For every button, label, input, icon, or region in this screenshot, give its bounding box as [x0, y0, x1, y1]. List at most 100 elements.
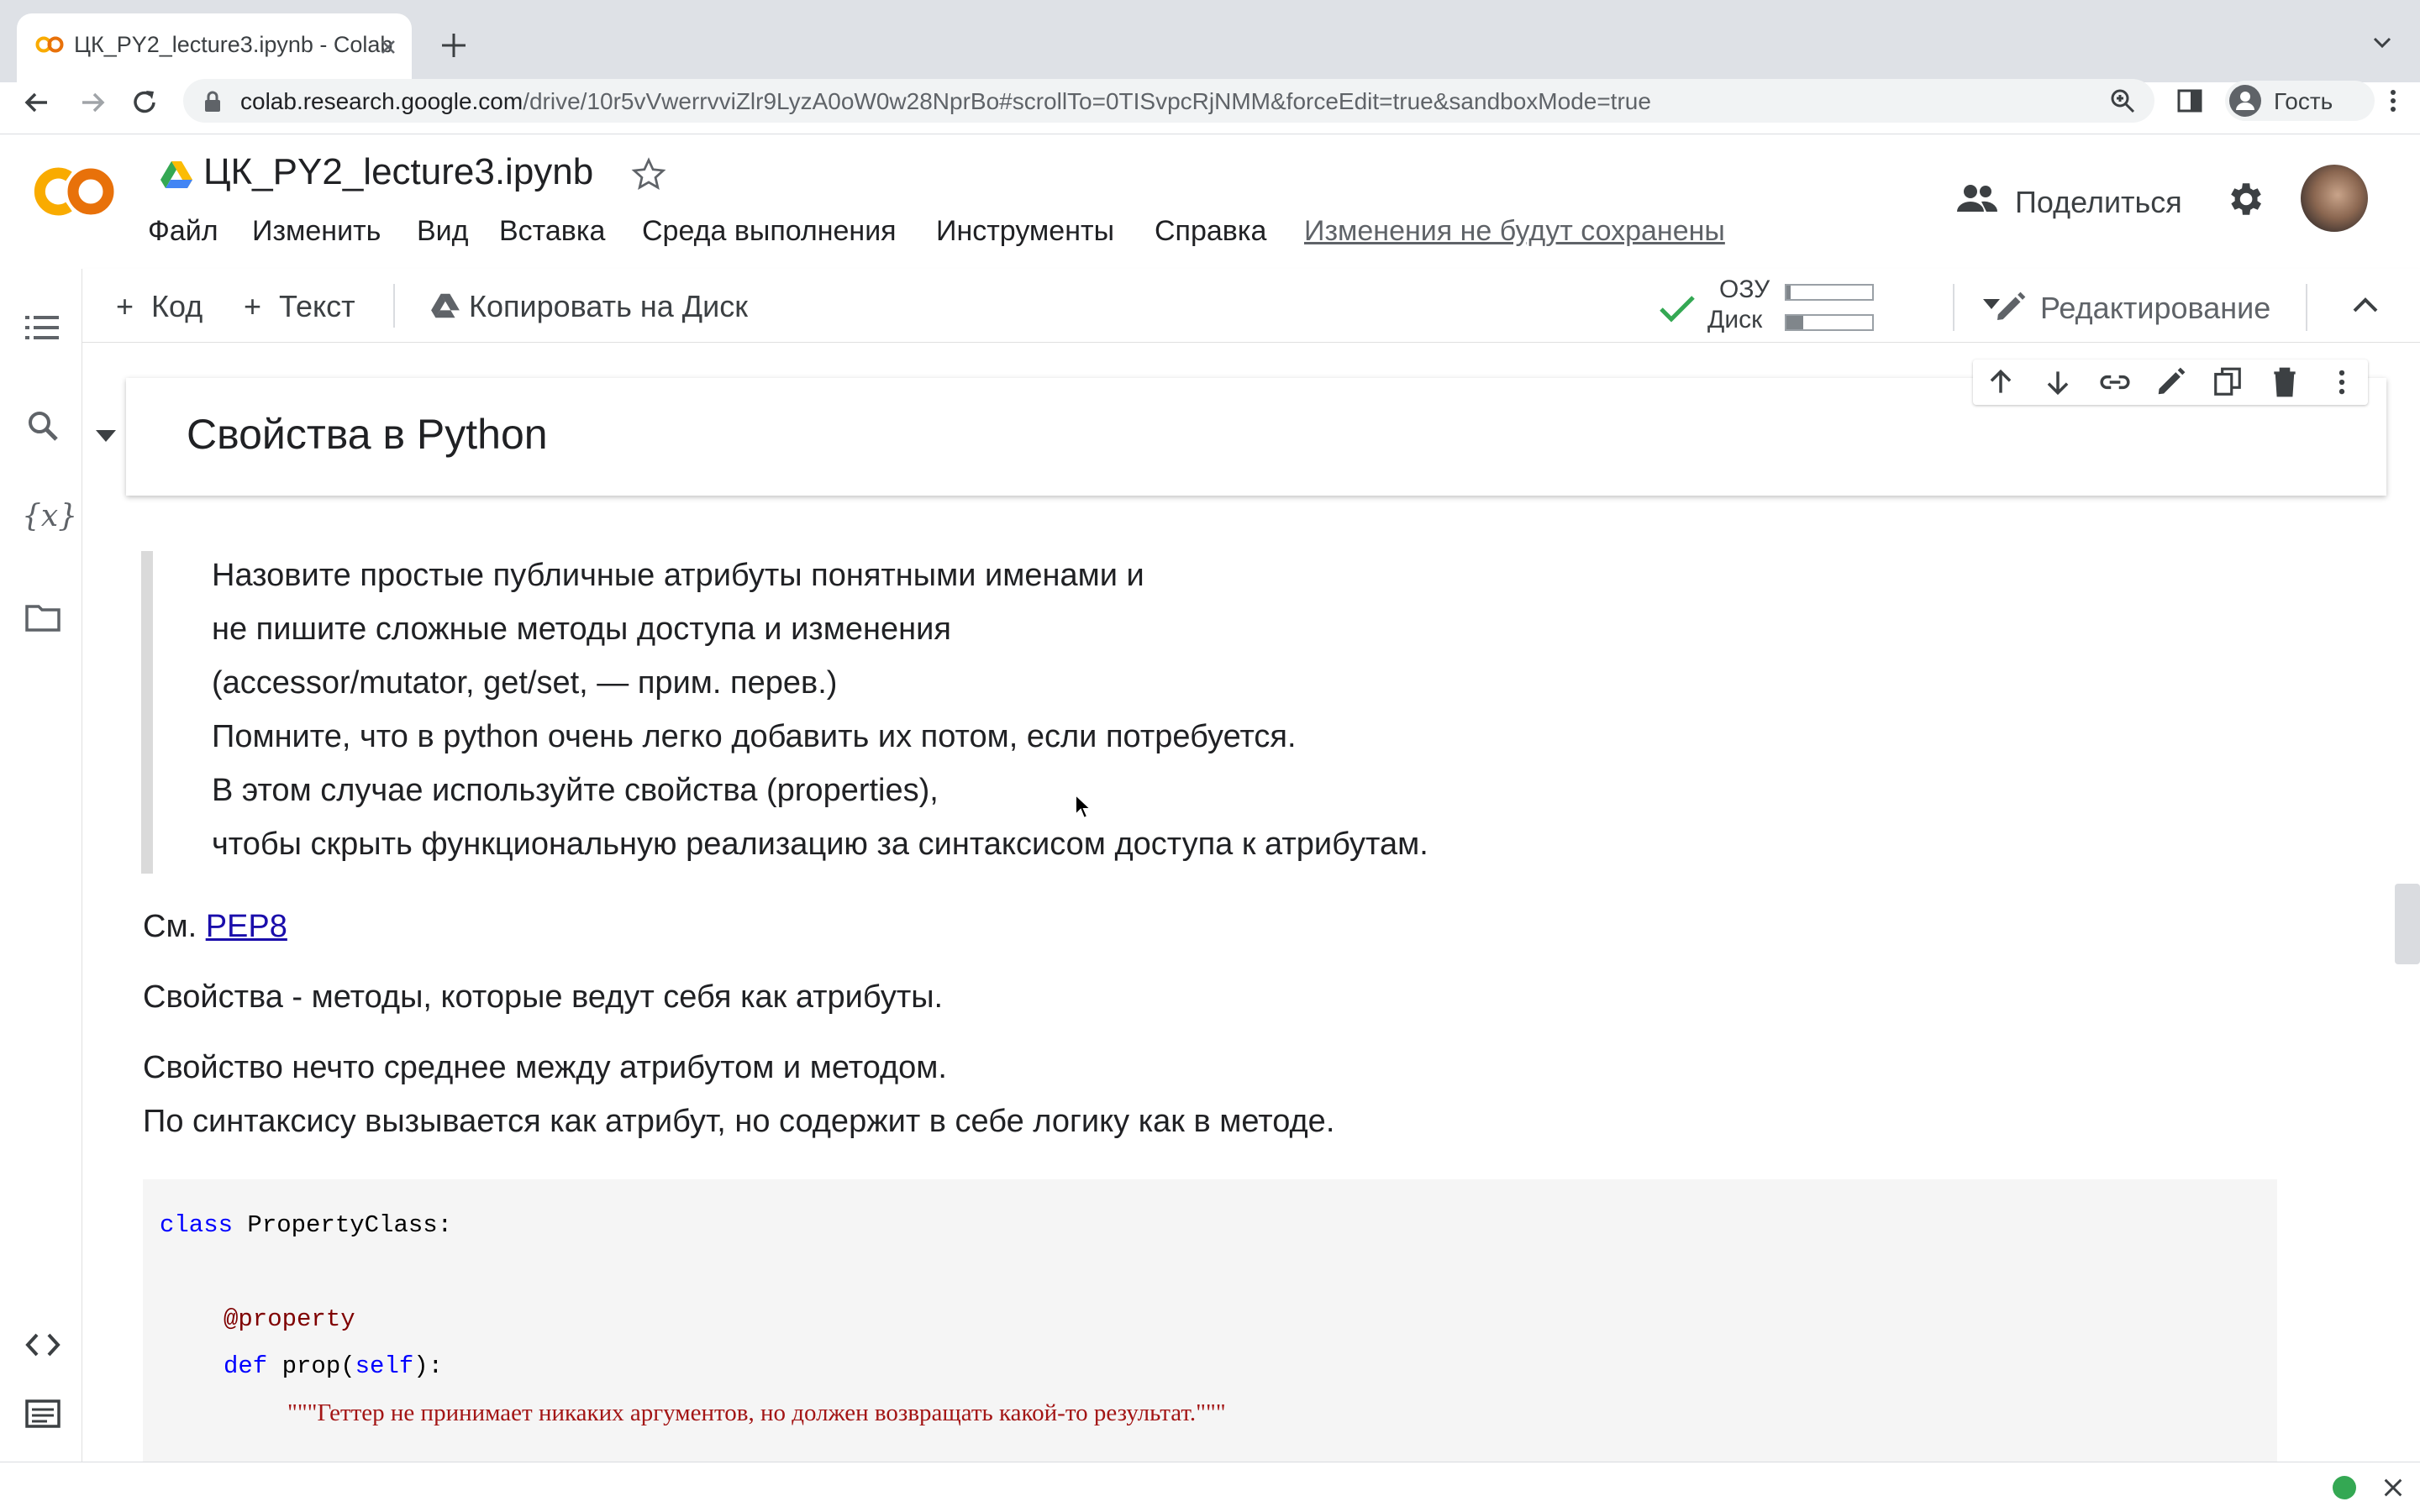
paragraph: Свойства - методы, которые ведут себя ка…: [143, 979, 944, 1015]
code-line: def prop(self):: [224, 1352, 443, 1380]
menu-tools[interactable]: Инструменты: [936, 215, 1114, 248]
ram-label: ОЗУ: [1719, 276, 1770, 303]
notebook-toolbar: + Код + Текст Копировать на Диск ОЗУ Дис…: [82, 269, 2420, 343]
code-line: class PropertyClass:: [160, 1211, 452, 1239]
function-name: prop(: [267, 1352, 355, 1380]
scrollbar-thumb[interactable]: [2395, 884, 2420, 964]
close-status-icon[interactable]: [2381, 1476, 2405, 1499]
share-label: Поделиться: [2015, 185, 2182, 219]
profile-label: Гость: [2274, 88, 2333, 114]
quote-line: не пишите сложные методы доступа и измен…: [212, 612, 951, 647]
disk-label: Диск: [1707, 306, 1763, 333]
decorator: @property: [224, 1305, 355, 1333]
colab-header: ЦК_PY2_lecture3.ipynb Файл Изменить Вид …: [0, 134, 2420, 269]
collapse-section-triangle-icon[interactable]: [94, 428, 118, 444]
zoom-icon[interactable]: [2109, 87, 2136, 114]
editing-mode-label: Редактирование: [2040, 291, 2271, 325]
disk-usage-fill: [1786, 316, 1804, 329]
toolbar-divider: [2306, 284, 2307, 331]
drive-icon: [431, 293, 460, 318]
menu-file[interactable]: Файл: [148, 215, 218, 248]
copy-to-drive-label: Копировать на Диск: [469, 289, 748, 323]
pencil-icon: [1997, 291, 2026, 320]
edit-cell-pencil-icon[interactable]: [2154, 366, 2186, 398]
url-text[interactable]: colab.research.google.com/drive/10r5vVwe…: [240, 88, 1651, 115]
delete-trash-icon[interactable]: [2269, 366, 2301, 398]
back-arrow-icon[interactable]: [20, 86, 54, 119]
add-text-button[interactable]: + Текст: [244, 284, 412, 328]
profile-chip[interactable]: Гость: [2225, 81, 2375, 121]
browser-tabstrip: ЦК_PY2_lecture3.ipynb - Colab: [0, 0, 2420, 82]
code-snippets-icon[interactable]: [25, 1332, 60, 1357]
quote-line: Назовите простые публичные атрибуты поня…: [212, 558, 1144, 593]
class-name: PropertyClass:: [233, 1211, 453, 1239]
connected-check-icon: [1660, 296, 1695, 323]
connection-status-dot-icon: [2333, 1476, 2356, 1499]
quote-line: Помните, что в python очень легко добави…: [212, 719, 1297, 754]
see-prefix: См.: [143, 909, 197, 944]
docstring: """Геттер не принимает никаких аргументо…: [287, 1399, 1226, 1426]
quote-line: чтобы скрыть функциональную реализацию з…: [212, 827, 1428, 862]
browser-tab[interactable]: ЦК_PY2_lecture3.ipynb - Colab: [17, 13, 412, 82]
settings-gear-icon[interactable]: [2223, 178, 2265, 220]
keyword-def: def: [224, 1352, 268, 1380]
tab-title: ЦК_PY2_lecture3.ipynb - Colab: [74, 32, 393, 57]
left-sidebar: {x}: [0, 269, 82, 1462]
move-cell-down-icon[interactable]: [2042, 366, 2074, 398]
mirror-cell-icon[interactable]: [2212, 366, 2244, 398]
command-palette-icon[interactable]: [25, 1399, 60, 1428]
collapse-header-chevron-icon[interactable]: [2351, 292, 2380, 318]
add-text-label: Текст: [279, 289, 355, 323]
colab-favicon-icon: [35, 36, 64, 53]
address-bar[interactable]: colab.research.google.com/drive/10r5vVwe…: [183, 79, 2154, 123]
add-code-label: Код: [151, 289, 203, 323]
notebook-content: Свойства в Python Назовите простые публи…: [82, 343, 2420, 1462]
search-icon[interactable]: [27, 410, 59, 442]
new-tab-icon[interactable]: [437, 29, 471, 62]
add-code-button[interactable]: + Код: [116, 284, 250, 328]
code-block[interactable]: class PropertyClass: @property def prop(…: [143, 1179, 2277, 1462]
side-panel-icon[interactable]: [2176, 87, 2203, 114]
lock-icon[interactable]: [203, 91, 222, 113]
more-options-icon[interactable]: [2326, 366, 2358, 398]
def-end: ):: [413, 1352, 444, 1380]
menu-view[interactable]: Вид: [417, 215, 469, 248]
share-button[interactable]: Поделиться: [1951, 175, 2195, 225]
close-tab-icon[interactable]: [378, 37, 398, 57]
move-cell-up-icon[interactable]: [1985, 366, 2017, 398]
files-folder-icon[interactable]: [25, 603, 60, 632]
user-avatar[interactable]: [2301, 165, 2368, 232]
star-icon[interactable]: [630, 156, 667, 193]
menu-help[interactable]: Справка: [1155, 215, 1266, 248]
variables-icon[interactable]: {x}: [22, 499, 77, 533]
notebook-title[interactable]: ЦК_PY2_lecture3.ipynb: [203, 151, 593, 193]
pep8-link[interactable]: PEP8: [206, 909, 287, 944]
reload-icon[interactable]: [128, 86, 161, 119]
mouse-cursor-icon: [1075, 793, 1092, 820]
plus-icon: +: [116, 289, 134, 323]
colab-logo[interactable]: [30, 165, 118, 218]
tab-search-chevron-icon[interactable]: [2370, 30, 2395, 55]
code-line: @property: [224, 1305, 355, 1333]
editing-mode-button[interactable]: Редактирование: [1993, 284, 2312, 331]
ram-usage-fill: [1786, 286, 1791, 299]
link-icon[interactable]: [2097, 366, 2133, 398]
copy-to-drive-button[interactable]: Копировать на Диск: [430, 284, 800, 328]
guest-avatar-icon: [2229, 85, 2261, 117]
unsaved-changes-link[interactable]: Изменения не будут сохранены: [1304, 215, 1725, 248]
toolbar-divider: [393, 284, 395, 328]
toolbar-divider: [1953, 284, 1954, 331]
people-icon: [1957, 185, 1998, 212]
browser-menu-icon[interactable]: [2378, 86, 2408, 116]
menu-edit[interactable]: Изменить: [252, 215, 381, 248]
cell-toolbar: [1973, 360, 2368, 405]
disk-usage-bar: [1785, 314, 1874, 331]
menu-insert[interactable]: Вставка: [499, 215, 605, 248]
resources-indicator[interactable]: ОЗУ Диск: [1659, 274, 2012, 338]
quote-line: (accessor/mutator, get/set, — прим. пере…: [212, 665, 838, 701]
forward-arrow-icon[interactable]: [76, 86, 109, 119]
menu-runtime[interactable]: Среда выполнения: [642, 215, 897, 248]
paragraph: По синтаксису вызывается как атрибут, но…: [143, 1104, 1335, 1139]
table-of-contents-icon[interactable]: [25, 314, 59, 341]
quote-line: В этом случае используйте свойства (prop…: [212, 773, 939, 808]
